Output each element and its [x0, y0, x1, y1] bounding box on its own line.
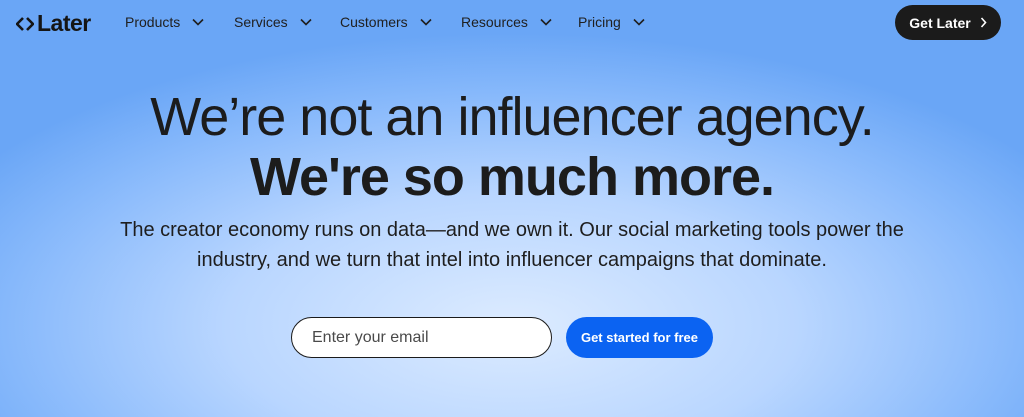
get-started-button[interactable]: Get started for free [566, 317, 713, 358]
hero-headline: We’re not an influencer agency. [150, 87, 874, 147]
nav-item-label: Services [234, 14, 288, 30]
get-later-button[interactable]: Get Later [895, 5, 1001, 40]
hero-subtext-line: The creator economy runs on data—and we … [120, 219, 904, 241]
chevron-down-icon [633, 18, 645, 26]
top-navigation: Later Products Services Customers Resour… [0, 0, 1024, 46]
nav-item-customers[interactable]: Customers [340, 14, 432, 30]
nav-item-label: Products [125, 14, 181, 30]
chevron-down-icon [300, 18, 312, 26]
hero-subtext-line: industry, and we turn that intel into in… [197, 249, 827, 271]
chevron-down-icon [192, 18, 204, 26]
email-input[interactable] [291, 317, 552, 358]
nav-item-label: Resources [461, 14, 528, 30]
diamond-arrows-icon [16, 16, 34, 31]
hero-headline-bold: We're so much more. [249, 147, 775, 207]
get-later-label: Get Later [909, 14, 971, 31]
chevron-down-icon [540, 18, 552, 26]
nav-item-services[interactable]: Services [234, 14, 312, 30]
chevron-down-icon [420, 18, 432, 26]
logo-text: Later [37, 10, 91, 36]
nav-item-label: Customers [340, 14, 408, 30]
hero-subtext: The creator economy runs on data—and we … [0, 215, 1024, 275]
nav-item-resources[interactable]: Resources [461, 14, 552, 30]
later-logo[interactable]: Later [16, 10, 91, 37]
nav-item-products[interactable]: Products [125, 14, 204, 30]
nav-item-pricing[interactable]: Pricing [578, 14, 645, 30]
chevron-right-icon [980, 17, 987, 28]
nav-item-label: Pricing [578, 14, 621, 30]
